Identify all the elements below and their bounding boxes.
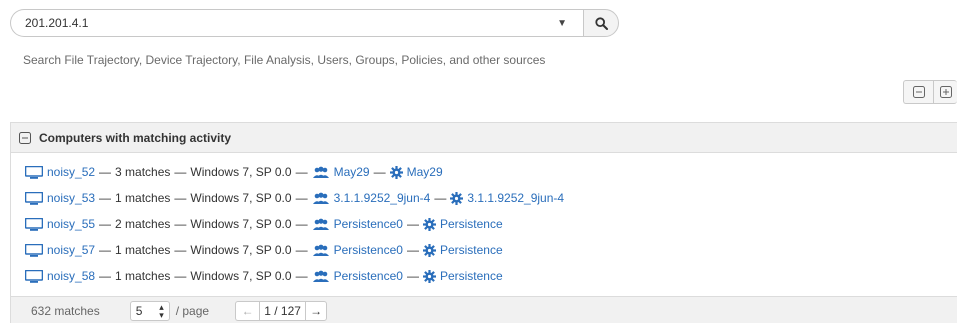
panel-header[interactable]: Computers with matching activity	[11, 123, 957, 153]
policy-link[interactable]: Persistence	[440, 243, 503, 257]
list-item: noisy_55 — 2 matches — Windows 7, SP 0.0…	[11, 211, 957, 237]
arrow-left-icon: ←	[241, 303, 254, 318]
match-count: 1 matches	[115, 269, 171, 283]
computer-link[interactable]: noisy_57	[47, 243, 95, 257]
list-item: noisy_57 — 1 matches — Windows 7, SP 0.0…	[11, 237, 957, 263]
group-link[interactable]: Persistence0	[334, 269, 403, 283]
list-item: noisy_52 — 3 matches — Windows 7, SP 0.0…	[11, 159, 957, 185]
match-count: 1 matches	[115, 243, 171, 257]
group-icon	[312, 244, 330, 257]
gear-icon	[389, 165, 403, 179]
search-icon	[594, 16, 608, 30]
search-button[interactable]	[583, 9, 619, 37]
computer-icon	[25, 191, 43, 205]
group-link[interactable]: May29	[334, 165, 370, 179]
arrow-right-icon: →	[310, 303, 323, 318]
expand-icon	[939, 86, 952, 98]
match-count: 1 matches	[115, 191, 171, 205]
computer-link[interactable]: noisy_58	[47, 269, 95, 283]
computer-icon	[25, 165, 43, 179]
policy-link[interactable]: May29	[407, 165, 443, 179]
collapse-all-button[interactable]	[903, 80, 933, 104]
next-page-button[interactable]: →	[305, 300, 328, 321]
collapse-section-icon[interactable]	[19, 131, 31, 144]
group-link[interactable]: 3.1.1.9252_9jun-4	[334, 191, 431, 205]
gear-icon	[422, 217, 436, 231]
panel-title: Computers with matching activity	[39, 130, 232, 145]
computer-icon	[25, 243, 43, 257]
match-count: 2 matches	[115, 217, 171, 231]
computers-panel: Computers with matching activity noisy_5…	[10, 122, 957, 323]
os-info: Windows 7, SP 0.0	[190, 165, 292, 179]
search-input-value: 201.201.4.1	[25, 16, 89, 30]
group-icon	[312, 270, 330, 283]
computer-link[interactable]: noisy_53	[47, 191, 95, 205]
per-page-select[interactable]: 5 ▴ ▾	[129, 300, 170, 321]
policy-link[interactable]: 3.1.1.9252_9jun-4	[467, 191, 564, 205]
computer-link[interactable]: noisy_55	[47, 217, 95, 231]
list-item: noisy_53 — 1 matches — Windows 7, SP 0.0…	[11, 185, 957, 211]
select-arrows-icon: ▴ ▾	[159, 301, 164, 320]
computer-icon	[25, 269, 43, 283]
computer-list: noisy_52 — 3 matches — Windows 7, SP 0.0…	[11, 153, 957, 289]
per-page-label: / page	[175, 303, 210, 318]
os-info: Windows 7, SP 0.0	[190, 243, 292, 257]
os-info: Windows 7, SP 0.0	[190, 191, 292, 205]
group-icon	[312, 166, 330, 179]
current-page: 1 / 127	[259, 300, 306, 321]
gear-icon	[422, 269, 436, 283]
computer-icon	[25, 217, 43, 231]
group-link[interactable]: Persistence0	[334, 243, 403, 257]
collapse-expand-toolbar	[903, 80, 957, 104]
search-input[interactable]: 201.201.4.1 ▼	[10, 9, 583, 37]
page-navigation: ← 1 / 127 →	[235, 300, 328, 321]
os-info: Windows 7, SP 0.0	[190, 217, 292, 231]
gear-icon	[450, 191, 464, 205]
search-hint: Search File Trajectory, Device Trajector…	[23, 53, 546, 67]
match-count: 3 matches	[115, 165, 171, 179]
total-matches: 632 matches	[31, 303, 100, 318]
collapse-icon	[912, 86, 925, 98]
group-icon	[312, 218, 330, 231]
computer-link[interactable]: noisy_52	[47, 165, 95, 179]
gear-icon	[422, 243, 436, 257]
policy-link[interactable]: Persistence	[440, 269, 503, 283]
prev-page-button[interactable]: ←	[235, 300, 260, 321]
policy-link[interactable]: Persistence	[440, 217, 503, 231]
list-item: noisy_58 — 1 matches — Windows 7, SP 0.0…	[11, 263, 957, 289]
expand-all-button[interactable]	[933, 80, 957, 104]
group-icon	[312, 192, 330, 205]
os-info: Windows 7, SP 0.0	[190, 269, 292, 283]
per-page-value: 5	[135, 303, 143, 318]
search-bar: 201.201.4.1 ▼	[10, 9, 619, 37]
pagination-bar: 632 matches 5 ▴ ▾ / page ← 1 / 127 →	[11, 296, 957, 323]
dropdown-caret-icon[interactable]: ▼	[557, 18, 567, 29]
group-link[interactable]: Persistence0	[334, 217, 403, 231]
